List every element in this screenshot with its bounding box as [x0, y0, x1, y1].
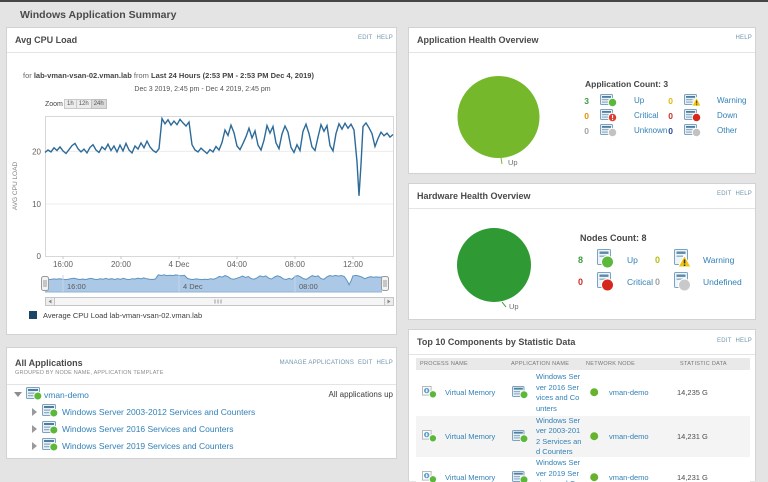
svg-text:4 Dec: 4 Dec — [183, 282, 203, 291]
svg-text:04:00: 04:00 — [227, 260, 248, 269]
svg-text:Up: Up — [508, 158, 518, 167]
svg-text:AVG CPU LOAD: AVG CPU LOAD — [12, 162, 19, 211]
svg-text:0: 0 — [37, 252, 42, 261]
svg-text:08:00: 08:00 — [299, 282, 318, 291]
svg-text:4 Dec: 4 Dec — [169, 260, 190, 269]
svg-text:16:00: 16:00 — [67, 282, 86, 291]
svg-text:20: 20 — [32, 148, 41, 157]
svg-text:08:00: 08:00 — [285, 260, 306, 269]
svg-text:10: 10 — [32, 200, 41, 209]
svg-text:12:00: 12:00 — [343, 260, 364, 269]
svg-text:16:00: 16:00 — [53, 260, 74, 269]
svg-text:Up: Up — [509, 302, 519, 311]
svg-text:20:00: 20:00 — [111, 260, 132, 269]
svg-text:Average CPU Load lab-vman-vsan: Average CPU Load lab-vman-vsan-02.vman.l… — [43, 311, 202, 320]
